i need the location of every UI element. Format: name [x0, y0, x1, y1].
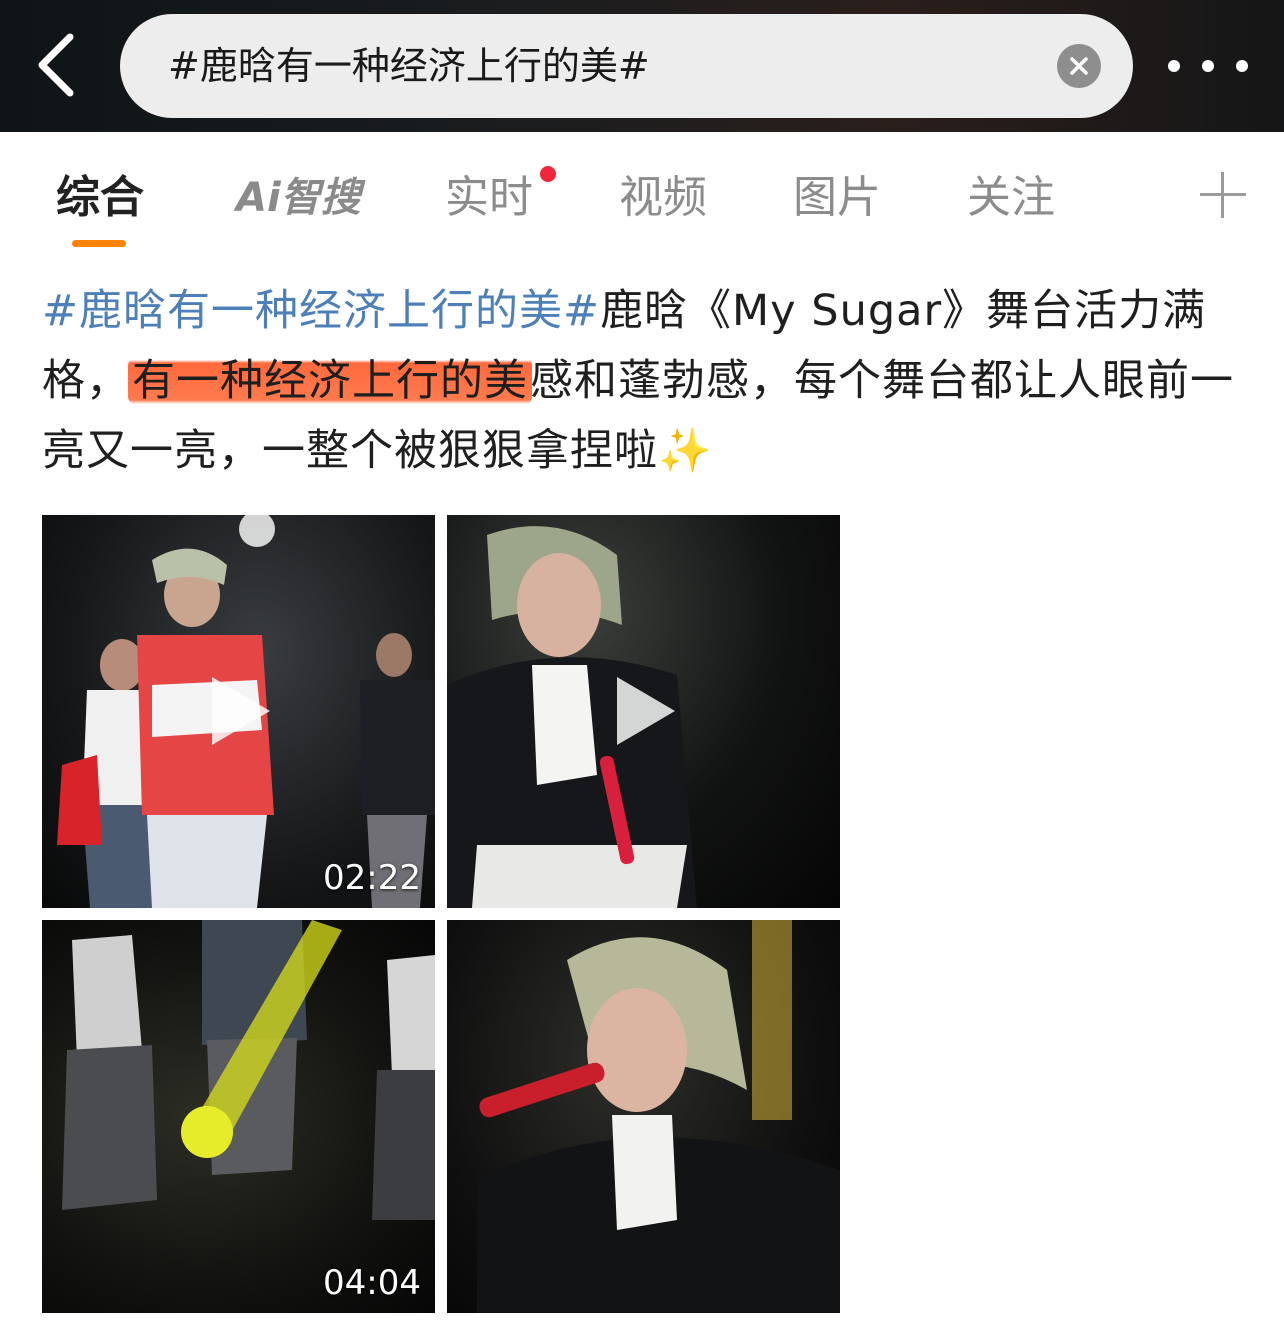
post-highlighted-text: 有一种经济上行的美: [128, 356, 532, 406]
media-thumbnail-3[interactable]: 04:04: [42, 920, 435, 1313]
media-thumbnail-4[interactable]: [447, 920, 840, 1313]
more-dot: [1202, 60, 1214, 72]
tab-video[interactable]: 视频: [619, 168, 707, 228]
tab-images[interactable]: 图片: [793, 168, 881, 228]
clear-search-button[interactable]: [1057, 44, 1101, 88]
chevron-left-icon: [38, 33, 74, 97]
media-thumbnail-2[interactable]: [447, 515, 840, 908]
media-thumbnail-1[interactable]: 02:22: [42, 515, 435, 908]
video-duration: 04:04: [323, 1263, 421, 1303]
tab-comprehensive[interactable]: 综合: [56, 168, 144, 228]
sparkles-emoji: ✨: [658, 426, 713, 476]
tab-realtime[interactable]: 实时: [445, 168, 533, 228]
more-dots-icon: [1168, 60, 1180, 72]
add-tab-icon[interactable]: [1200, 172, 1246, 218]
active-tab-indicator: [72, 240, 126, 247]
tab-following[interactable]: 关注: [967, 168, 1055, 228]
more-dot: [1236, 60, 1248, 72]
play-icon: [212, 677, 270, 745]
video-duration: 02:22: [323, 858, 421, 898]
post-content: #鹿晗有一种经济上行的美#鹿晗《My Sugar》舞台活力满格，有一种经济上行的…: [42, 276, 1242, 486]
search-query-text: #鹿晗有一种经济上行的美#: [168, 44, 650, 88]
search-input[interactable]: #鹿晗有一种经济上行的美#: [120, 14, 1133, 118]
realtime-badge-dot: [540, 166, 556, 182]
dance-stage-image: [62, 920, 435, 1220]
back-button[interactable]: [26, 30, 86, 100]
search-header: #鹿晗有一种经济上行的美#: [0, 0, 1284, 132]
play-icon: [617, 677, 675, 745]
post-hashtag-link[interactable]: #鹿晗有一种经济上行的美#: [42, 286, 600, 336]
tab-ai-search[interactable]: Ai智搜: [236, 168, 361, 228]
close-icon: [1070, 57, 1088, 75]
more-options-button[interactable]: [1168, 46, 1248, 86]
tabs-fade-overlay: [1150, 160, 1190, 220]
singer-closeup-image: [477, 920, 840, 1313]
